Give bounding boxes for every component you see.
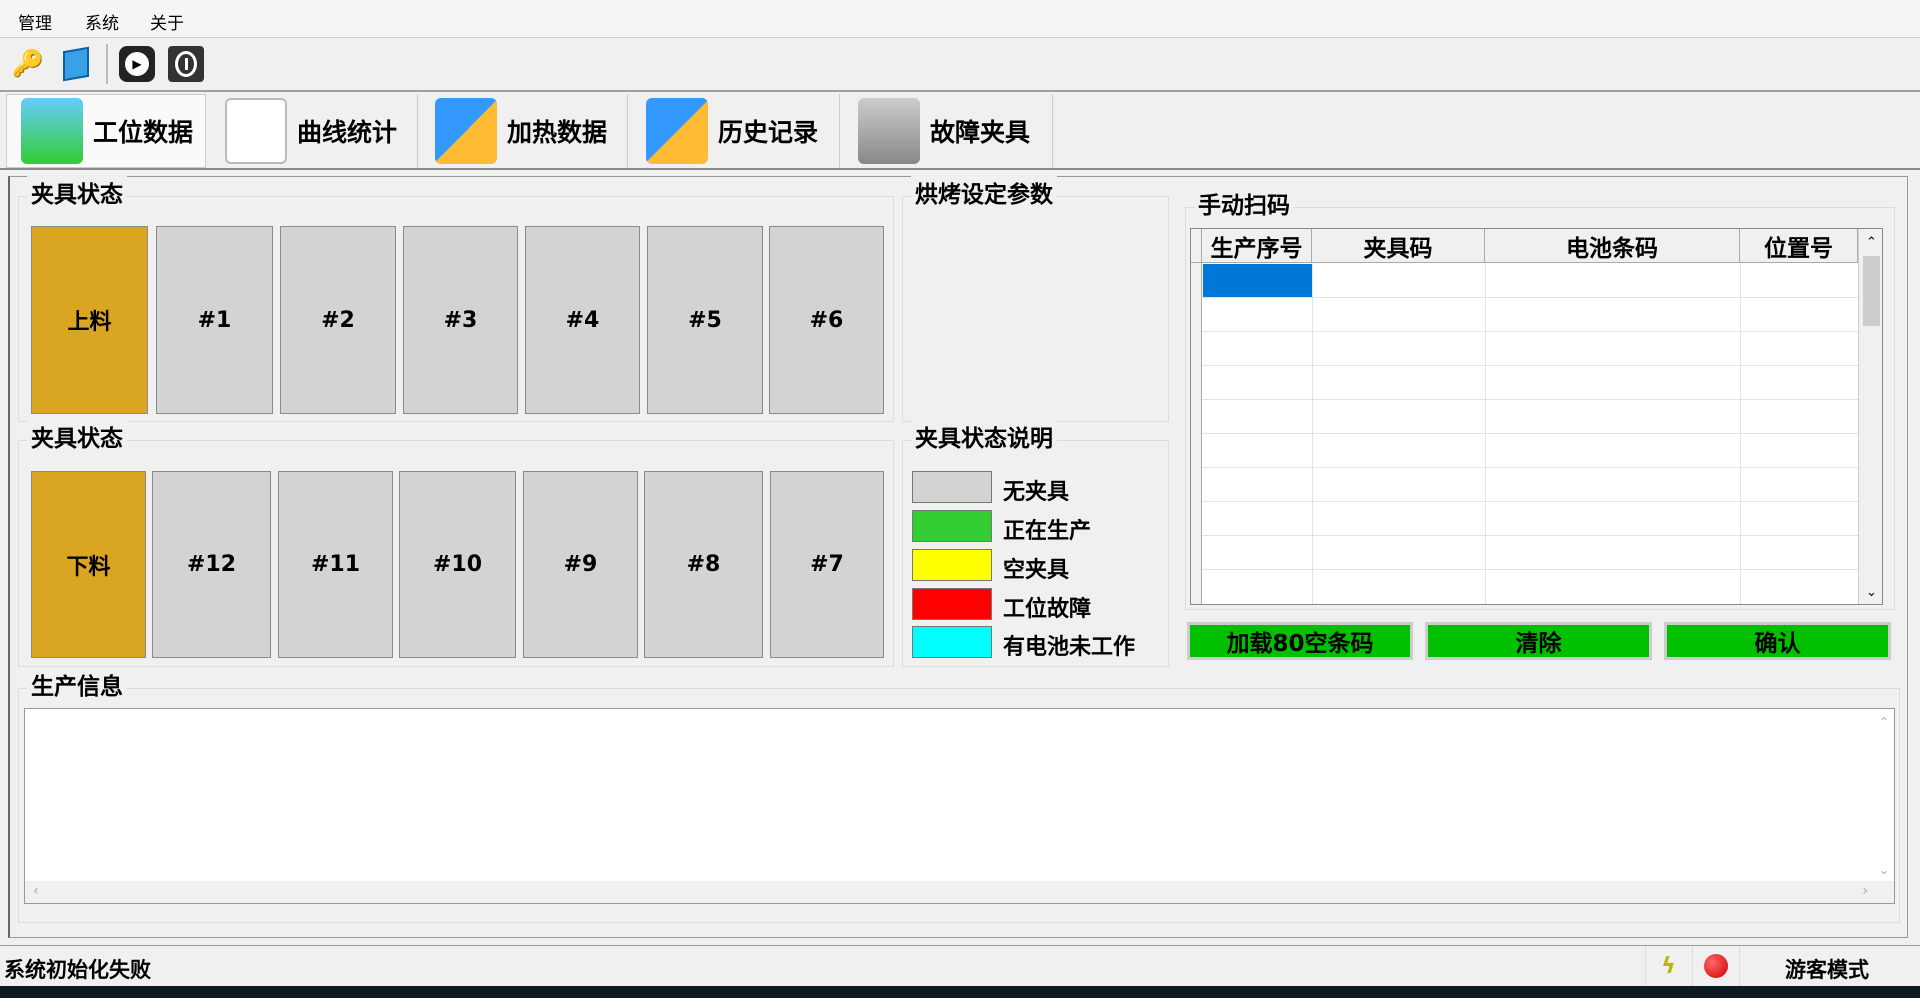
tab-faulty-fixtures[interactable]: 故障夹具 — [844, 94, 1053, 168]
slot-7[interactable]: #7 — [770, 471, 884, 658]
status-bar: 系统初始化失败 ϟ 游客模式 — [0, 945, 1920, 986]
scroll-down-icon[interactable]: ⌄ — [1859, 585, 1882, 600]
legend-label: 空夹具 — [1003, 558, 1070, 583]
power-icon[interactable] — [166, 44, 206, 84]
status-led-icon — [1692, 946, 1740, 986]
tab-label: 历史记录 — [718, 118, 819, 147]
tab-station-data[interactable]: 工位数据 — [6, 94, 206, 168]
os-taskbar — [0, 986, 1920, 998]
monitor-icon[interactable] — [56, 44, 96, 84]
info-horizontal-scrollbar[interactable]: ‹ › — [25, 881, 1894, 903]
production-info-textbox[interactable]: ⌃ ⌄ ‹ › — [24, 708, 1895, 904]
column-header[interactable]: 夹具码 — [1312, 229, 1485, 263]
battery-folder-icon — [435, 98, 497, 164]
legend-label: 有电池未工作 — [1003, 635, 1136, 660]
legend-swatch-no-fixture — [912, 471, 992, 503]
tab-label: 故障夹具 — [930, 118, 1031, 147]
tab-label: 加热数据 — [507, 118, 608, 147]
slot-2[interactable]: #2 — [280, 226, 396, 414]
tab-history[interactable]: 历史记录 — [632, 94, 840, 168]
legend-swatch-producing — [912, 510, 992, 542]
legend-swatch-fault — [912, 588, 992, 620]
toolbar: 🔑 ▶ — [0, 38, 1920, 92]
chart-icon — [225, 98, 287, 164]
slot-unload[interactable]: 下料 — [31, 471, 146, 658]
play-icon[interactable]: ▶ — [117, 44, 157, 84]
legend-label: 工位故障 — [1003, 597, 1092, 622]
slot-12[interactable]: #12 — [152, 471, 271, 658]
legend-label: 正在生产 — [1003, 519, 1092, 544]
battery-icon — [21, 98, 83, 164]
row-headers — [1191, 263, 1202, 604]
group-title: 生产信息 — [27, 667, 127, 701]
selected-cell[interactable] — [1203, 264, 1312, 297]
slot-6[interactable]: #6 — [769, 226, 884, 414]
slot-3[interactable]: #3 — [403, 226, 518, 414]
group-title: 手动扫码 — [1194, 186, 1294, 220]
toolbar-separator — [106, 44, 108, 84]
slot-10[interactable]: #10 — [399, 471, 516, 658]
status-message: 系统初始化失败 — [4, 958, 151, 982]
key-icon[interactable]: 🔑 — [8, 44, 48, 84]
info-vertical-scrollbar[interactable]: ⌃ ⌄ — [1874, 709, 1894, 881]
legend-label: 无夹具 — [1003, 480, 1070, 505]
legend-swatch-empty-fixture — [912, 549, 992, 581]
tab-bar: 工位数据 曲线统计 加热数据 历史记录 故障夹具 — [0, 92, 1920, 170]
group-title: 夹具状态说明 — [911, 419, 1057, 453]
tab-label: 工位数据 — [93, 118, 194, 147]
column-header[interactable]: 生产序号 — [1202, 229, 1312, 263]
scan-grid[interactable]: 生产序号 夹具码 电池条码 位置号 ⌃ ⌄ — [1190, 228, 1883, 605]
slot-5[interactable]: #5 — [647, 226, 763, 414]
tab-curve-stats[interactable]: 曲线统计 — [211, 94, 418, 168]
load-80-empty-codes-button[interactable]: 加载80空条码 — [1187, 622, 1413, 660]
toolbox-icon — [858, 98, 920, 164]
scroll-up-icon[interactable]: ⌃ — [1859, 235, 1882, 250]
tab-heating-data[interactable]: 加热数据 — [421, 94, 628, 168]
menu-system[interactable]: 系统 — [85, 9, 119, 34]
battery-folder-icon — [646, 98, 708, 164]
group-title: 烘烤设定参数 — [911, 175, 1057, 209]
slot-load[interactable]: 上料 — [31, 226, 148, 414]
row-header-corner — [1191, 229, 1202, 263]
menu-manage[interactable]: 管理 — [18, 9, 52, 34]
vertical-scrollbar[interactable]: ⌃ ⌄ — [1858, 229, 1882, 604]
group-title: 夹具状态 — [27, 175, 127, 209]
clear-button[interactable]: 清除 — [1425, 622, 1652, 660]
group-title: 夹具状态 — [27, 419, 127, 453]
slot-11[interactable]: #11 — [278, 471, 393, 658]
user-mode: 游客模式 — [1785, 958, 1869, 982]
legend-swatch-idle-battery — [912, 626, 992, 658]
column-header[interactable]: 电池条码 — [1485, 229, 1740, 263]
slot-8[interactable]: #8 — [644, 471, 763, 658]
bake-params-group: 烘烤设定参数 — [902, 175, 1169, 422]
connection-icon: ϟ — [1645, 946, 1691, 986]
slot-9[interactable]: #9 — [523, 471, 638, 658]
confirm-button[interactable]: 确认 — [1664, 622, 1891, 660]
scroll-thumb[interactable] — [1863, 256, 1880, 326]
tab-label: 曲线统计 — [297, 118, 398, 147]
slot-1[interactable]: #1 — [156, 226, 273, 414]
menu-bar: 管理 系统 关于 — [0, 0, 1920, 38]
menu-about[interactable]: 关于 — [150, 9, 184, 34]
column-header[interactable]: 位置号 — [1740, 229, 1858, 263]
slot-4[interactable]: #4 — [525, 226, 640, 414]
